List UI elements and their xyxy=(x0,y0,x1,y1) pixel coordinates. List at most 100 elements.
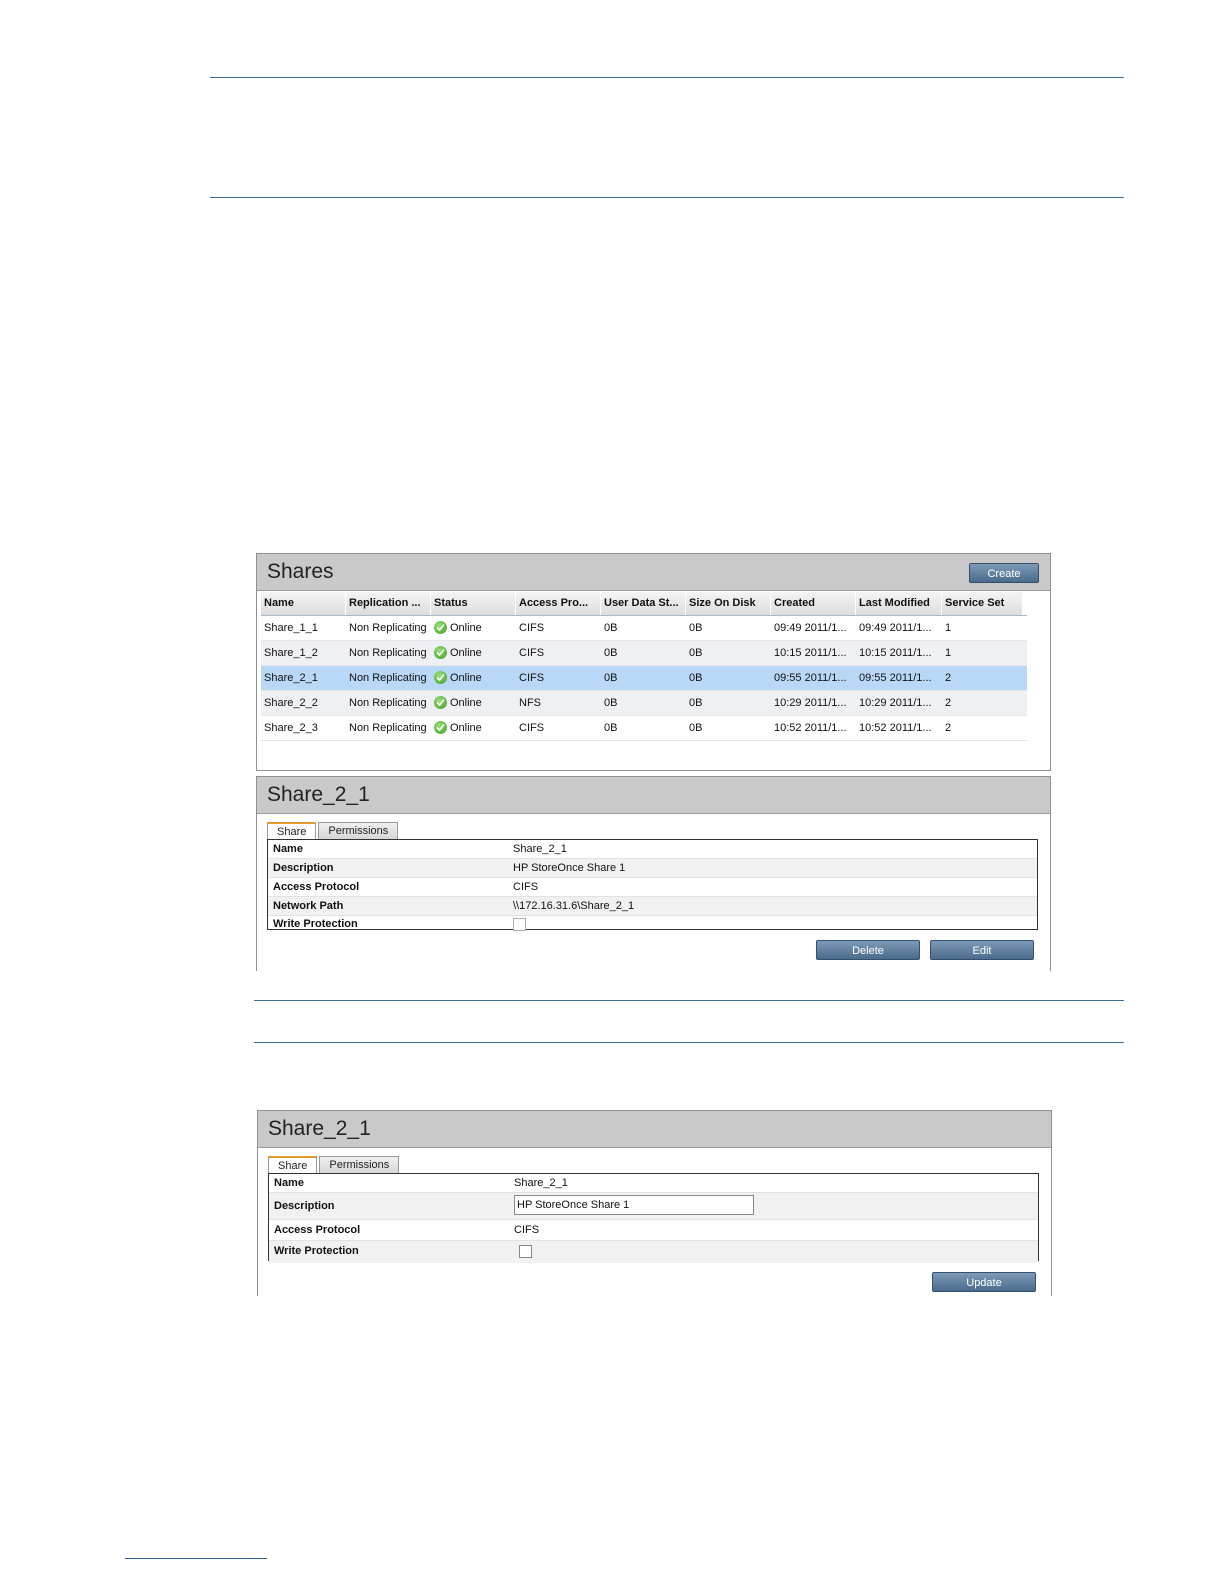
cell-name: Share_1_2 xyxy=(264,647,318,659)
grid-header: Name Replication ... Status Access Pro..… xyxy=(261,592,1027,616)
cell-status: Online xyxy=(431,616,516,640)
cell-status: Online xyxy=(431,716,516,740)
prop-row-name: Name Share_2_1 xyxy=(268,840,1037,859)
cell-protocol: CIFS xyxy=(519,647,545,659)
cell-replication: Non Replicating xyxy=(349,697,427,709)
table-row[interactable]: Share_1_1 Non Replicating Online CIFS 0B… xyxy=(261,616,1027,641)
cell-status: Online xyxy=(431,691,516,715)
table-row[interactable]: Share_1_2 Non Replicating Online CIFS 0B… xyxy=(261,641,1027,666)
status-text: Online xyxy=(450,622,482,634)
column-header-replication[interactable]: Replication ... xyxy=(346,592,431,615)
cell-size: 0B xyxy=(689,647,703,659)
cell-user-data: 0B xyxy=(604,672,618,684)
header-bottom-rule xyxy=(210,197,1124,198)
prop-row-write-protection: Write Protection xyxy=(268,916,1037,933)
prop-value: Share_2_1 xyxy=(513,843,567,855)
tab-permissions[interactable]: Permissions xyxy=(319,1156,400,1173)
tab-share[interactable]: Share xyxy=(268,1156,318,1173)
prop-value: HP StoreOnce Share 1 xyxy=(513,862,626,874)
cell-service-set: 1 xyxy=(945,647,952,659)
edit-button[interactable]: Edit xyxy=(930,940,1034,960)
detail-properties: Name Share_2_1 Description HP StoreOnce … xyxy=(267,839,1038,933)
prop-label: Name xyxy=(273,843,303,855)
prop-value: CIFS xyxy=(514,1224,540,1236)
checkbox-box[interactable] xyxy=(513,918,526,931)
column-header-size-on-disk[interactable]: Size On Disk xyxy=(686,592,771,615)
share-edit-panel: Share_2_1 Share Permissions Name Share_2… xyxy=(257,1110,1052,1296)
cell-created: 10:52 2011/1... xyxy=(774,722,847,734)
online-check-icon xyxy=(434,720,447,734)
cell-created: 09:55 2011/1... xyxy=(774,672,847,684)
edit-tabs: Share Permissions xyxy=(268,1156,401,1173)
column-header-created[interactable]: Created xyxy=(771,592,856,615)
cell-service-set: 2 xyxy=(945,722,952,734)
cell-name: Share_1_1 xyxy=(264,622,318,634)
prop-label: Access Protocol xyxy=(273,881,360,893)
update-button[interactable]: Update xyxy=(932,1272,1036,1292)
column-header-user-data[interactable]: User Data St... xyxy=(601,592,686,615)
table-row-selected[interactable]: Share_2_1 Non Replicating Online CIFS 0B… xyxy=(261,666,1027,691)
prop-label: Description xyxy=(273,862,334,874)
prop-row-access-protocol: Access Protocol CIFS xyxy=(269,1220,1038,1241)
online-check-icon xyxy=(434,695,447,709)
prop-label: Access Protocol xyxy=(274,1224,361,1236)
cell-replication: Non Replicating xyxy=(349,622,427,634)
cell-created: 10:15 2011/1... xyxy=(774,647,847,659)
shares-panel-header: Shares Create xyxy=(257,554,1050,591)
cell-service-set: 2 xyxy=(945,697,952,709)
tab-permissions[interactable]: Permissions xyxy=(318,822,399,839)
cell-size: 0B xyxy=(689,622,703,634)
cell-name: Share_2_1 xyxy=(264,672,318,684)
detail-tabs: Share Permissions xyxy=(267,822,400,839)
cell-created: 10:29 2011/1... xyxy=(774,697,847,709)
cell-replication: Non Replicating xyxy=(349,647,427,659)
status-text: Online xyxy=(450,672,482,684)
prop-value: CIFS xyxy=(513,881,539,893)
cell-modified: 10:15 2011/1... xyxy=(859,647,932,659)
cell-size: 0B xyxy=(689,672,703,684)
column-header-service-set[interactable]: Service Set xyxy=(942,592,1023,615)
column-header-access-protocol[interactable]: Access Pro... xyxy=(516,592,601,615)
detail-panel-title: Share_2_1 xyxy=(267,783,370,806)
write-protection-checkbox[interactable] xyxy=(519,1245,532,1261)
status-text: Online xyxy=(450,722,482,734)
cell-status: Online xyxy=(431,641,516,665)
prop-label: Write Protection xyxy=(273,918,358,930)
online-check-icon xyxy=(434,620,447,634)
prop-label: Network Path xyxy=(273,900,344,912)
cell-user-data: 0B xyxy=(604,697,618,709)
description-input[interactable] xyxy=(514,1195,754,1215)
shares-panel-title: Shares xyxy=(267,560,334,583)
column-header-name[interactable]: Name xyxy=(261,592,346,615)
column-header-last-modified[interactable]: Last Modified xyxy=(856,592,942,615)
cell-user-data: 0B xyxy=(604,722,618,734)
prop-row-access-protocol: Access Protocol CIFS xyxy=(268,878,1037,897)
cell-protocol: CIFS xyxy=(519,722,545,734)
cell-service-set: 1 xyxy=(945,622,952,634)
prop-row-write-protection: Write Protection xyxy=(269,1241,1038,1263)
cell-size: 0B xyxy=(689,697,703,709)
cell-service-set: 2 xyxy=(945,672,952,684)
cell-created: 09:49 2011/1... xyxy=(774,622,847,634)
table-row[interactable]: Share_2_3 Non Replicating Online CIFS 0B… xyxy=(261,716,1027,741)
prop-value: Share_2_1 xyxy=(514,1177,568,1189)
edit-properties: Name Share_2_1 Description Access Protoc… xyxy=(268,1173,1039,1263)
cell-size: 0B xyxy=(689,722,703,734)
top-rule xyxy=(210,77,1124,78)
checkbox-box[interactable] xyxy=(519,1245,532,1258)
edit-panel-title: Share_2_1 xyxy=(268,1117,371,1140)
prop-value: \\172.16.31.6\Share_2_1 xyxy=(513,900,635,912)
table-row[interactable]: Share_2_2 Non Replicating Online NFS 0B … xyxy=(261,691,1027,716)
write-protection-checkbox[interactable] xyxy=(513,918,526,934)
create-button[interactable]: Create xyxy=(969,563,1039,583)
cell-modified: 10:52 2011/1... xyxy=(859,722,932,734)
cell-protocol: CIFS xyxy=(519,672,545,684)
cell-protocol: NFS xyxy=(519,697,541,709)
prop-row-name: Name Share_2_1 xyxy=(269,1174,1038,1193)
prop-label: Name xyxy=(274,1177,304,1189)
tab-share[interactable]: Share xyxy=(267,822,317,839)
delete-button[interactable]: Delete xyxy=(816,940,920,960)
column-header-status[interactable]: Status xyxy=(431,592,516,615)
note-bottom-rule xyxy=(254,1042,1124,1043)
prop-row-description: Description xyxy=(269,1193,1038,1220)
